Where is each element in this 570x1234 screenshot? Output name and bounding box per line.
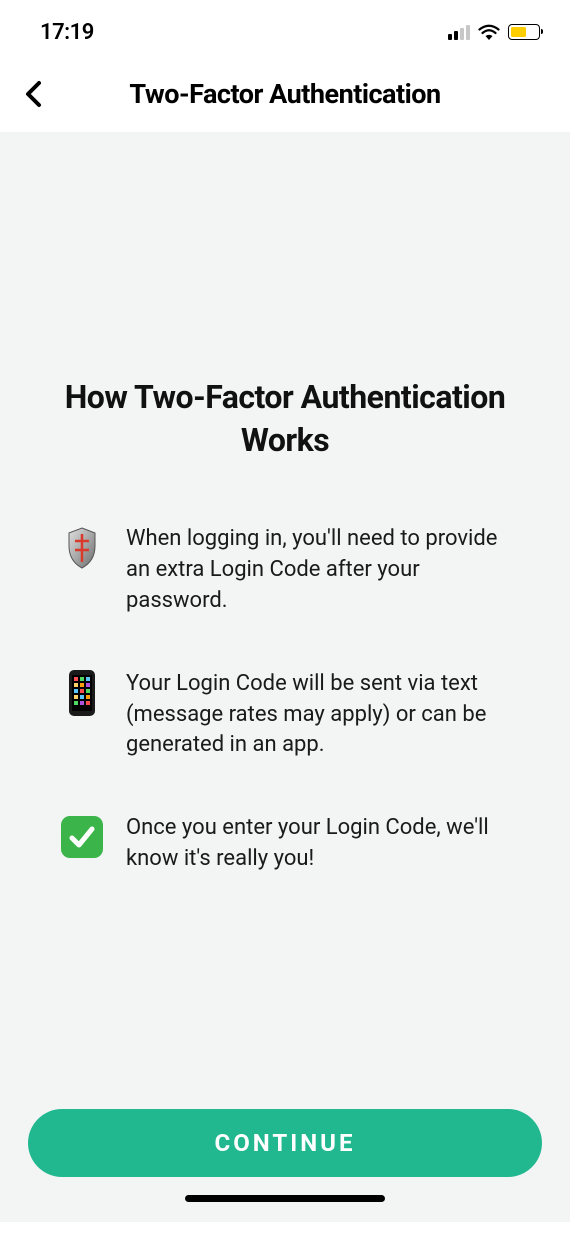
step-text: Your Login Code will be sent via text (m… (126, 667, 510, 761)
page-title: Two-Factor Authentication (48, 78, 522, 110)
continue-button[interactable]: CONTINUE (28, 1109, 542, 1177)
shield-icon (60, 522, 104, 574)
step-item: Once you enter your Login Code, we'll kn… (60, 811, 510, 875)
step-list: When logging in, you'll need to provide … (30, 522, 540, 924)
section-heading: How Two-Factor Authentication Works (30, 376, 540, 462)
status-time: 17:19 (40, 20, 94, 45)
step-text: Once you enter your Login Code, we'll kn… (126, 811, 510, 875)
checkmark-icon (60, 811, 104, 863)
battery-icon (508, 24, 540, 40)
step-item: Your Login Code will be sent via text (m… (60, 667, 510, 761)
step-text: When logging in, you'll need to provide … (126, 522, 510, 616)
chevron-left-icon (20, 80, 48, 108)
wifi-icon (478, 24, 500, 40)
phone-icon (60, 667, 104, 719)
status-bar: 17:19 (0, 0, 570, 60)
back-button[interactable] (20, 80, 48, 108)
home-indicator[interactable] (185, 1195, 385, 1202)
step-item: When logging in, you'll need to provide … (60, 522, 510, 616)
nav-header: Two-Factor Authentication (0, 60, 570, 132)
content-area: How Two-Factor Authentication Works W (0, 132, 570, 1222)
footer-area: CONTINUE (0, 1109, 570, 1222)
status-icons (448, 24, 540, 40)
cellular-icon (448, 24, 470, 40)
